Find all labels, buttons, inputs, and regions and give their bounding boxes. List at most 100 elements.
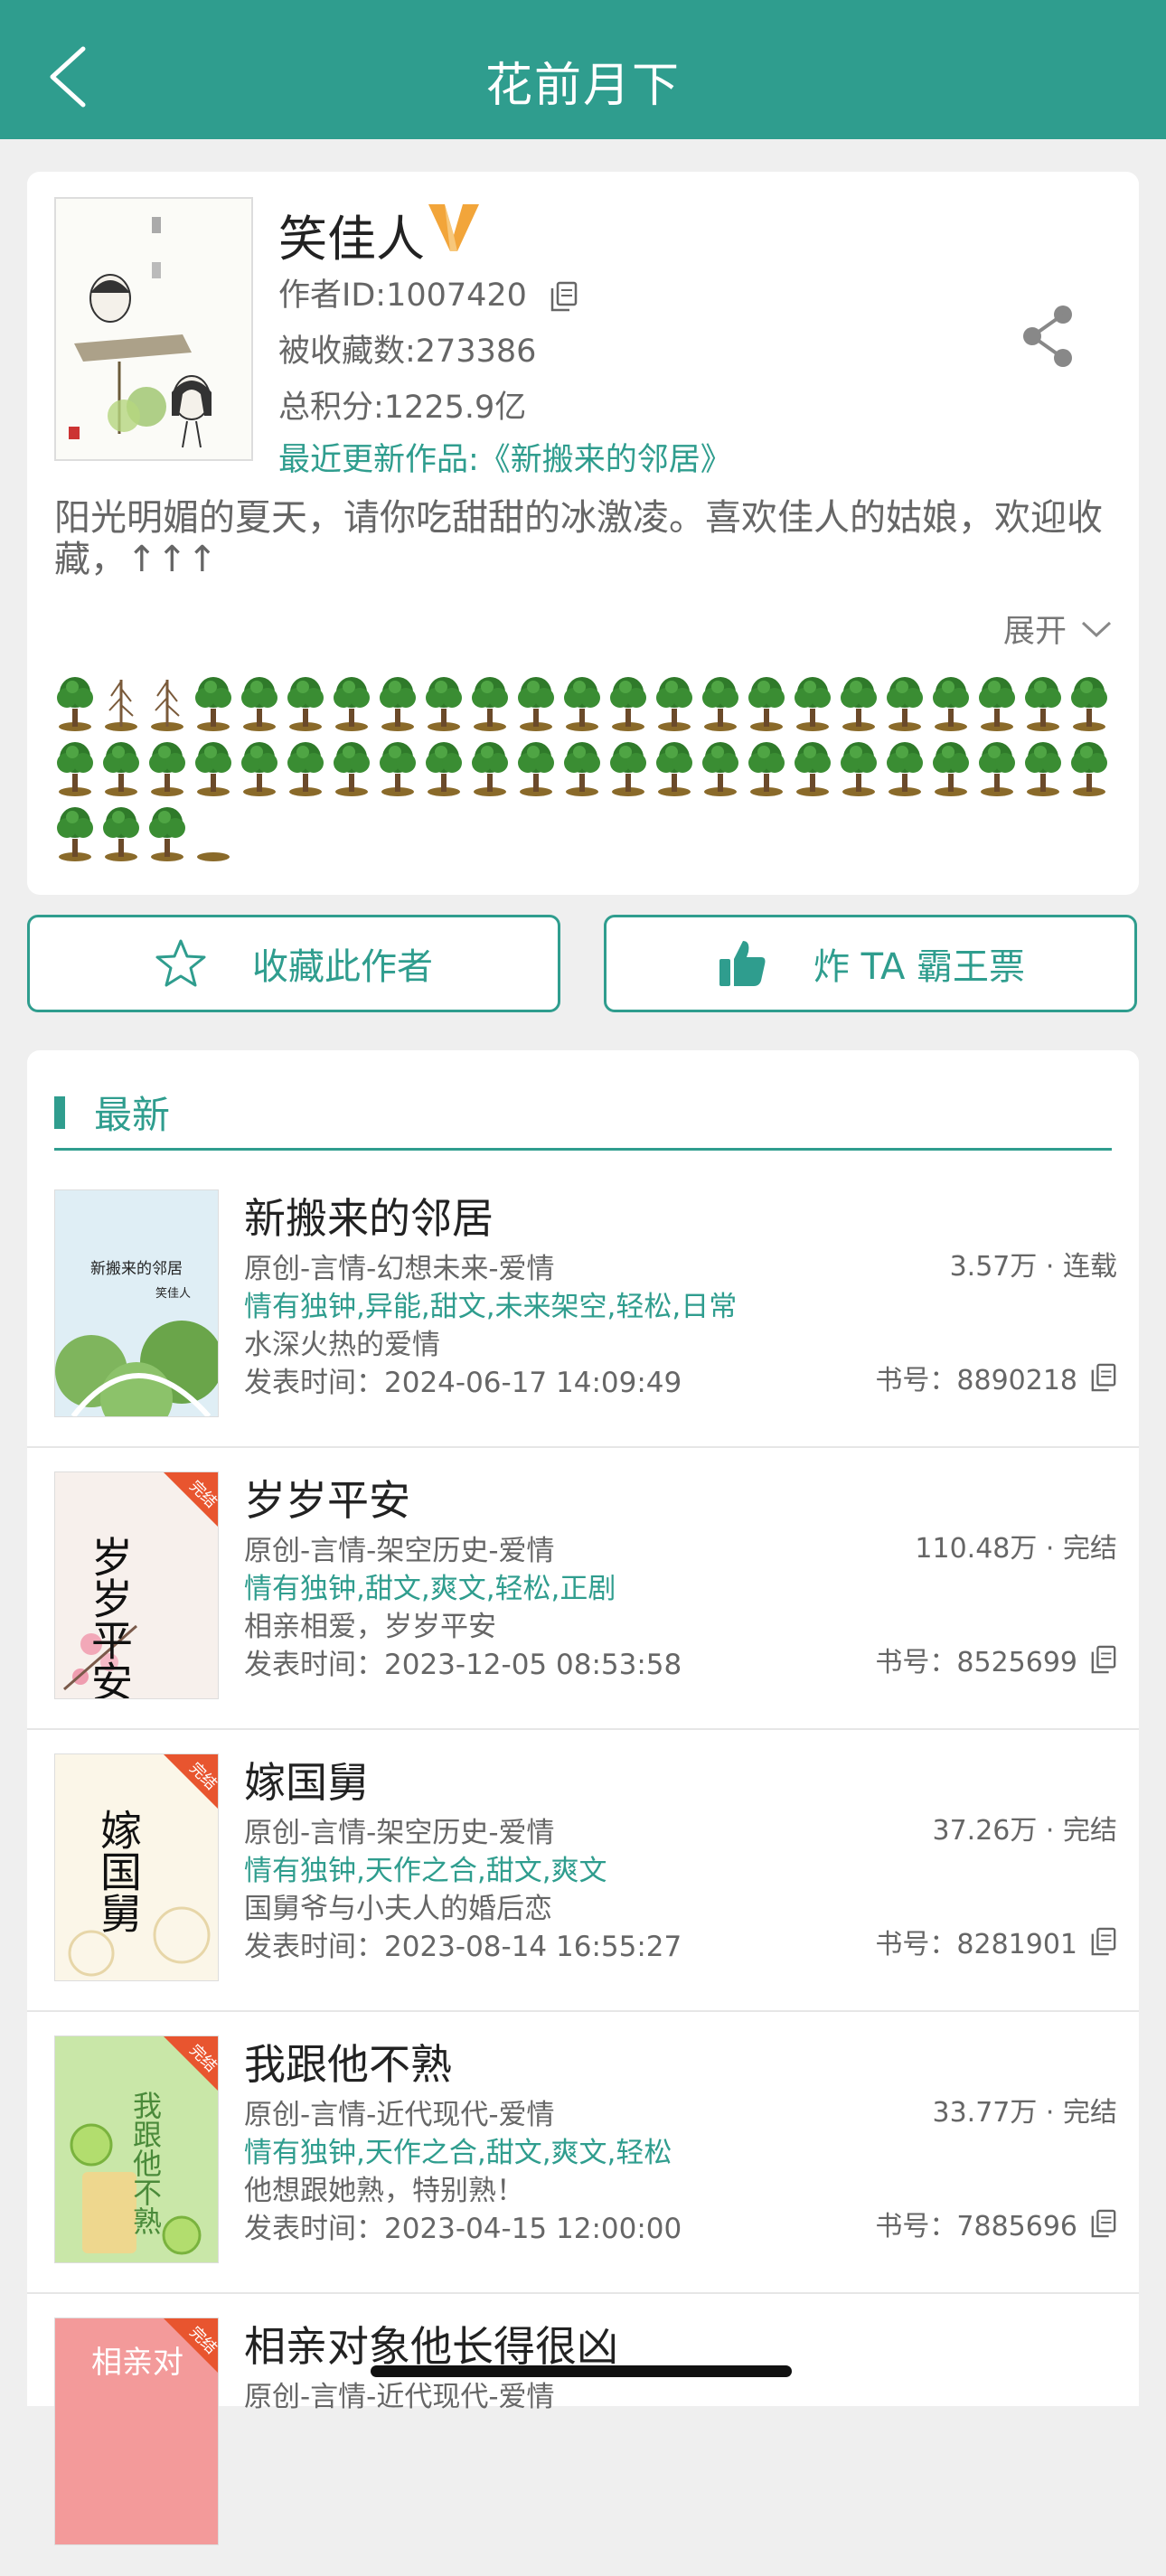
avatar-illustration [69,217,212,448]
book-description: 国舅爷与小夫人的婚后恋 [244,1893,552,1925]
author-id: 作者ID:1007420 [278,269,578,315]
tree-icon [380,677,416,731]
copy-icon[interactable] [550,281,578,312]
follow-label: 收藏此作者 [252,946,433,988]
book-description: 水深火热的爱情 [244,1329,440,1361]
tree-icon [57,677,93,731]
book-title[interactable]: 嫁国舅 [244,1750,369,1810]
book-title[interactable]: 新搬来的邻居 [244,1186,494,1246]
section-header: 最新 [54,1085,170,1140]
tree-icon [564,677,600,731]
star-icon [155,939,206,987]
author-avatar[interactable] [54,197,253,461]
book-cover[interactable]: 嫁国舅 完结 [54,1753,219,1981]
book-genre: 原创-言情-架空历史-爱情 [244,1817,555,1849]
book-item[interactable]: 新搬来的邻居 笑佳人 新搬来的邻居 原创-言情-幻想未来-爱情 情有独钟,异能,… [27,1166,1139,1448]
tree-icon [195,677,231,731]
tree-icon [748,742,785,796]
tree-icon [57,742,93,796]
book-title[interactable]: 岁岁平安 [244,1468,410,1528]
book-cover[interactable]: 岁岁平安 完结 [54,1471,219,1699]
book-stats: 3.57万 · 连载 [949,1251,1117,1283]
book-title[interactable]: 我跟他不熟 [244,2032,452,2092]
book-description: 相亲相爱，岁岁平安 [244,1611,496,1643]
ticket-label: 炸 TA 霸王票 [813,946,1026,988]
sapling-icon [105,680,137,731]
tree-icon [702,677,738,731]
tree-icon [933,742,969,796]
tree-icon [979,677,1015,731]
copy-icon[interactable] [1090,2209,1117,2238]
book-id: 书号：7885696 [875,2204,1117,2243]
book-item[interactable]: 岁岁平安 完结 岁岁平安 原创-言情-架空历史-爱情 情有独钟,甜文,爽文,轻松… [27,1448,1139,1730]
tree-row [52,799,1128,864]
tree-icon [287,742,324,796]
tree-icon [564,742,600,796]
cover-art: 新搬来的邻居 笑佳人 [55,1190,218,1416]
tree-icon [57,807,93,861]
tree-icon [748,677,785,731]
book-cover[interactable]: 新搬来的邻居 笑佳人 [54,1189,219,1417]
copy-icon[interactable] [1090,1645,1117,1674]
sapling-icon [151,680,183,731]
book-publish-date: 发表时间：2024-06-17 14:09:49 [244,1367,682,1399]
thumbs-up-icon [719,941,766,986]
book-item[interactable]: 相亲对 完结 相亲对象他长得很凶 原创-言情-近代现代-爱情 [27,2294,1139,2576]
tree-icon [518,742,554,796]
bawang-ticket-button[interactable]: 炸 TA 霸王票 [604,915,1137,1012]
tree-icon [841,677,877,731]
tree-icon [795,742,831,796]
tree-icon [656,742,692,796]
book-stats: 110.48万 · 完结 [915,1533,1117,1565]
cover-title: 相亲对 [91,2345,183,2381]
book-tags: 情有独钟,甜文,爽文,轻松,正剧 [244,1573,616,1605]
home-indicator [371,2365,792,2377]
expand-label: 展开 [1002,614,1067,650]
share-icon[interactable] [1012,300,1085,372]
cover-title: 嫁国舅 [94,1809,143,1933]
expand-toggle[interactable]: 展开 [1003,606,1112,652]
copy-icon[interactable] [1090,1927,1117,1956]
cover-title: 我跟他不熟 [128,2091,163,2235]
book-genre: 原创-言情-架空历史-爱情 [244,1535,555,1567]
total-score: 总积分:1225.9亿 [278,390,527,426]
book-tags: 情有独钟,天作之合,甜文,爽文 [244,1855,607,1887]
follow-author-button[interactable]: 收藏此作者 [27,915,560,1012]
book-item[interactable]: 我跟他不熟 完结 我跟他不熟 原创-言情-近代现代-爱情 情有独钟,天作之合,甜… [27,2012,1139,2294]
score-trees [52,669,1128,864]
tree-icon [1071,677,1107,731]
book-publish-date: 发表时间：2023-12-05 08:53:58 [244,1649,682,1681]
tree-icon [334,677,370,731]
latest-work-link[interactable]: 最近更新作品:《新搬来的邻居》 [278,434,732,480]
section-marker [54,1095,65,1129]
author-profile-card: 笑佳人 作者ID:1007420 被收藏数:273386 总积分:1225.9亿… [27,172,1139,895]
tree-icon [610,742,646,796]
book-genre: 原创-言情-近代现代-爱情 [244,2099,555,2131]
cover-title: 岁岁平安 [85,1536,134,1698]
copy-icon[interactable] [1090,1363,1117,1392]
tree-icon [472,742,508,796]
tree-icon [887,742,923,796]
author-name: 笑佳人 [278,211,425,268]
book-id-text: 书号：8890218 [875,1365,1077,1396]
book-cover[interactable]: 我跟他不熟 完结 [54,2035,219,2263]
book-id-text: 书号：7885696 [875,2211,1077,2242]
book-cover[interactable]: 相亲对 完结 [54,2317,219,2545]
book-id-text: 书号：8281901 [875,1929,1077,1960]
cover-art: 我跟他不熟 完结 [55,2036,218,2262]
section-divider [54,1148,1112,1151]
cover-author: 笑佳人 [155,1286,191,1301]
book-item[interactable]: 嫁国舅 完结 嫁国舅 原创-言情-架空历史-爱情 情有独钟,天作之合,甜文,爽文… [27,1730,1139,2012]
tree-icon [656,677,692,731]
tree-icon [795,677,831,731]
tree-row [52,669,1128,734]
tree-icon [979,742,1015,796]
book-publish-date: 发表时间：2023-04-15 12:00:00 [244,2213,682,2245]
book-tags: 情有独钟,天作之合,甜文,爽文,轻松 [244,2137,672,2169]
tree-icon [702,742,738,796]
tree-row [52,734,1128,799]
cover-art: 岁岁平安 完结 [55,1472,218,1698]
tree-icon [149,742,185,796]
favorites-count: 被收藏数:273386 [278,334,537,370]
navigation-bar: 花前月下 [0,0,1166,139]
